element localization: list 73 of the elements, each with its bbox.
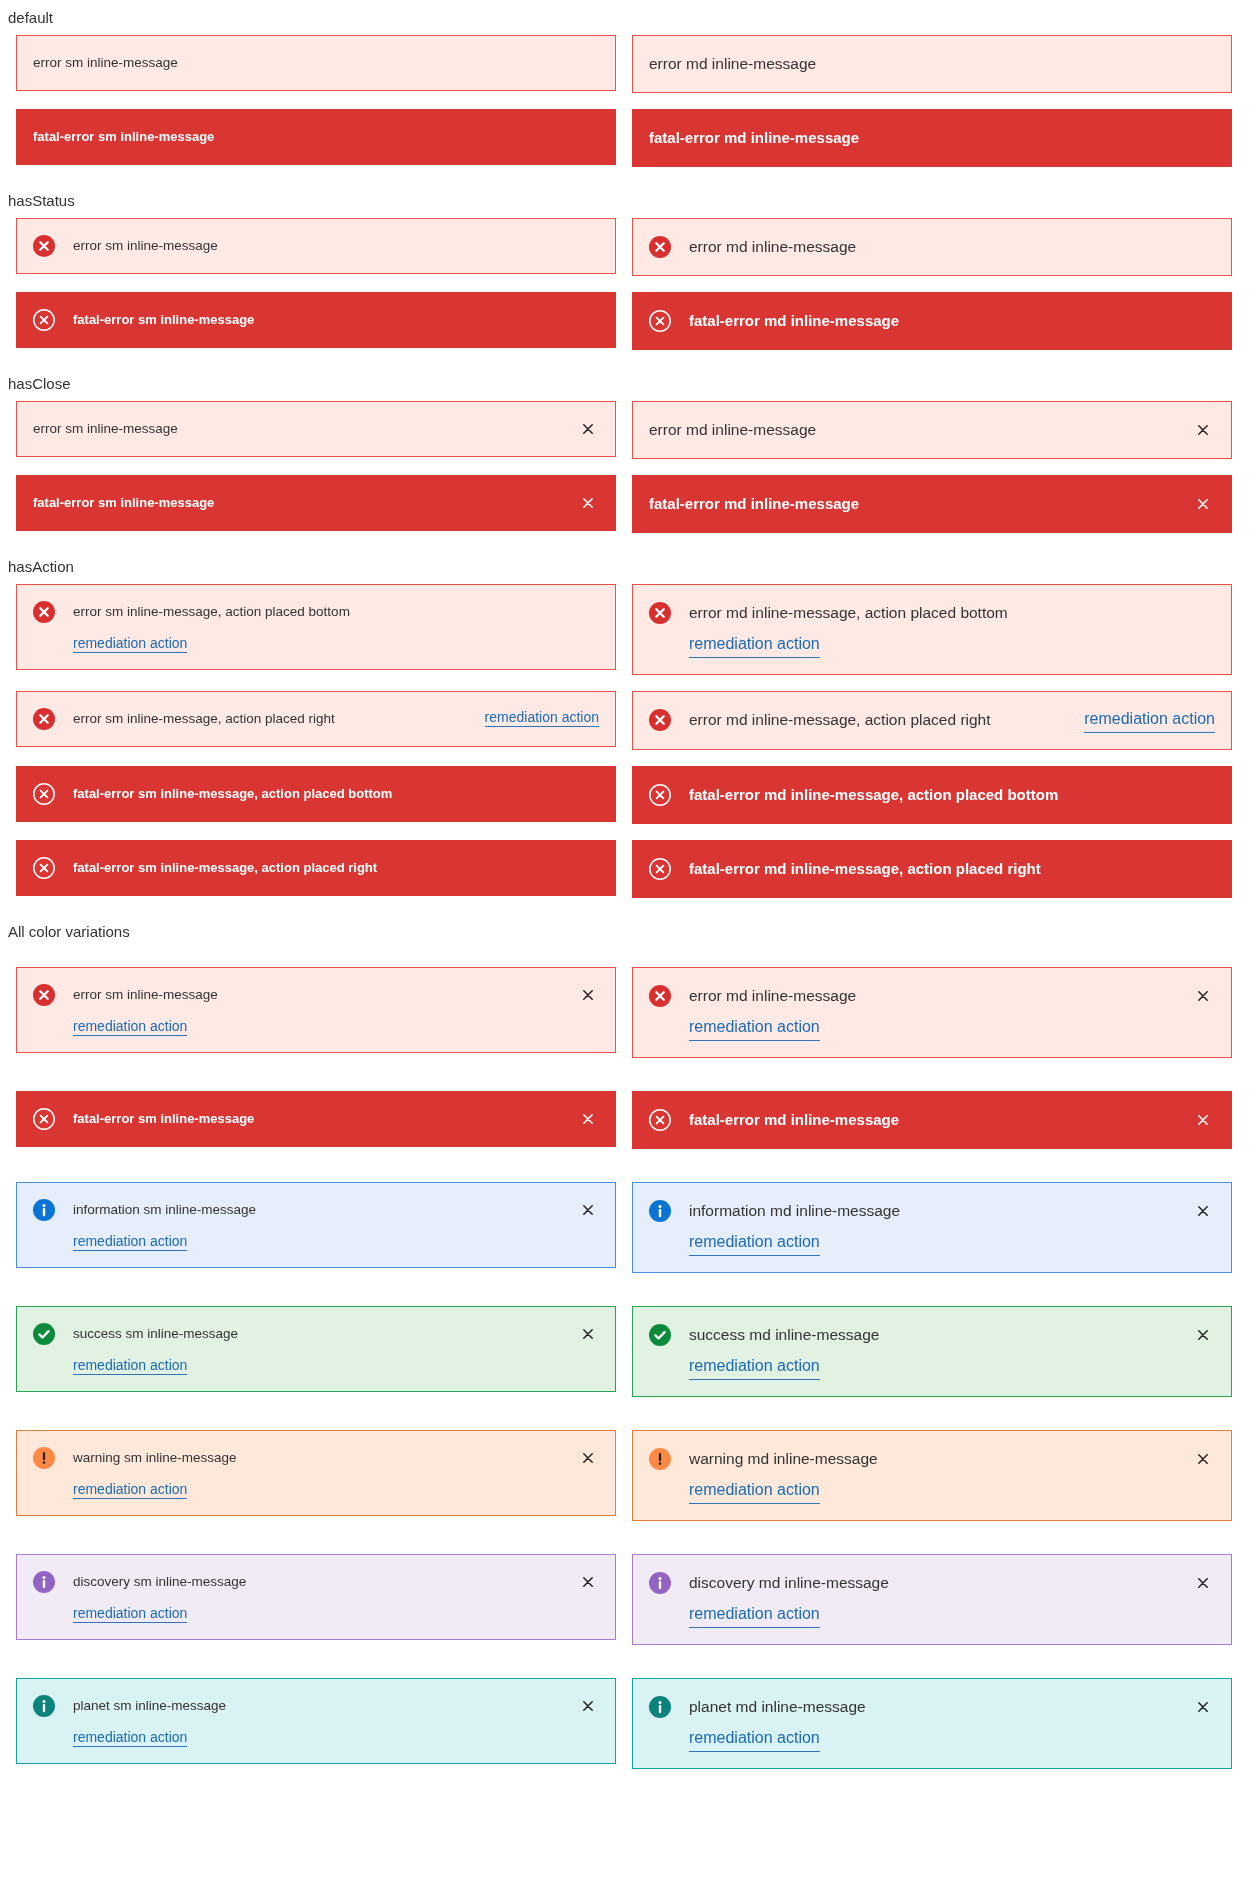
close-icon — [1198, 1702, 1208, 1712]
message-text: fatal-error md inline-message — [649, 494, 860, 514]
close-icon — [1198, 1115, 1208, 1125]
section-heading: All color variations — [8, 922, 131, 942]
message-text: information md inline-message — [689, 1201, 901, 1221]
section-heading: hasClose — [8, 374, 72, 394]
message-text: success md inline-message — [689, 1325, 880, 1345]
close-icon — [1198, 991, 1208, 1001]
remediation-link[interactable]: remediation action — [73, 634, 188, 653]
remediation-link[interactable]: remediation action — [689, 1603, 820, 1628]
remediation-link[interactable]: remediation action — [689, 633, 820, 658]
message-text: error sm inline-message — [33, 420, 178, 438]
message-text: fatal-error md inline-message, action placed right — [689, 859, 1041, 879]
message-text: fatal-error sm inline-message — [73, 311, 255, 329]
message-text: error md inline-message — [649, 420, 817, 440]
message-text: error sm inline-message — [73, 986, 218, 1004]
message-text: discovery sm inline-message — [73, 1573, 247, 1591]
message-text: fatal-error sm inline-message — [73, 1110, 255, 1128]
remediation-link[interactable]: remediation action — [73, 1356, 188, 1375]
message-text: warning sm inline-message — [73, 1449, 237, 1467]
message-text: error md inline-message — [689, 986, 857, 1006]
message-text: error md inline-message — [649, 54, 817, 74]
close-icon — [1198, 1206, 1208, 1216]
message-text: planet md inline-message — [689, 1697, 866, 1717]
message-text: discovery md inline-message — [689, 1573, 889, 1593]
close-icon — [583, 1205, 593, 1215]
message-text: information sm inline-message — [73, 1201, 257, 1219]
close-icon — [583, 498, 593, 508]
message-text: planet sm inline-message — [73, 1697, 227, 1715]
close-icon — [1198, 1578, 1208, 1588]
message-text: error md inline-message — [689, 237, 857, 257]
close-icon — [583, 1453, 593, 1463]
close-icon — [583, 424, 593, 434]
close-icon — [1198, 499, 1208, 509]
close-icon — [583, 1329, 593, 1339]
message-text: error sm inline-message, action placed bottom — [73, 603, 350, 621]
remediation-link[interactable]: remediation action — [73, 1017, 188, 1036]
remediation-link[interactable]: remediation action — [73, 1480, 188, 1499]
remediation-link[interactable]: remediation action — [73, 1232, 188, 1251]
message-text: fatal-error md inline-message, action placed bottom — [689, 785, 1059, 805]
message-text: success sm inline-message — [73, 1325, 239, 1343]
close-icon — [1198, 425, 1208, 435]
remediation-link[interactable]: remediation action — [73, 1728, 188, 1747]
message-text: error md inline-message, action placed right — [689, 710, 991, 730]
remediation-link[interactable]: remediation action — [689, 1016, 820, 1041]
remediation-link[interactable]: remediation action — [689, 1231, 820, 1256]
message-text: error sm inline-message, action placed right — [73, 710, 335, 728]
message-text: error sm inline-message — [73, 237, 218, 255]
close-icon — [1198, 1330, 1208, 1340]
remediation-link[interactable]: remediation action — [689, 1479, 820, 1504]
section-heading: hasAction — [8, 557, 75, 577]
remediation-link[interactable]: remediation action — [689, 1727, 820, 1752]
message-text: fatal-error sm inline-message — [33, 494, 215, 512]
message-text: fatal-error sm inline-message, action placed bottom — [73, 785, 393, 803]
message-text: fatal-error md inline-message — [689, 311, 900, 331]
close-icon — [1198, 1454, 1208, 1464]
section-heading: default — [8, 8, 55, 28]
remediation-link[interactable]: remediation action — [689, 1355, 820, 1380]
message-text: error md inline-message, action placed bottom — [689, 603, 1008, 623]
message-text: fatal-error sm inline-message — [33, 128, 215, 146]
close-icon — [583, 1701, 593, 1711]
close-icon — [583, 1577, 593, 1587]
close-icon — [583, 1114, 593, 1124]
message-text: fatal-error sm inline-message, action placed right — [73, 859, 378, 877]
message-text: error sm inline-message — [33, 54, 178, 72]
message-text: fatal-error md inline-message — [689, 1110, 900, 1130]
message-text: warning md inline-message — [689, 1449, 878, 1469]
section-heading: hasStatus — [8, 191, 76, 211]
close-icon — [583, 990, 593, 1000]
remediation-link[interactable]: remediation action — [484, 708, 599, 727]
message-text: fatal-error md inline-message — [649, 128, 860, 148]
remediation-link[interactable]: remediation action — [73, 1604, 188, 1623]
remediation-link[interactable]: remediation action — [1084, 708, 1215, 733]
